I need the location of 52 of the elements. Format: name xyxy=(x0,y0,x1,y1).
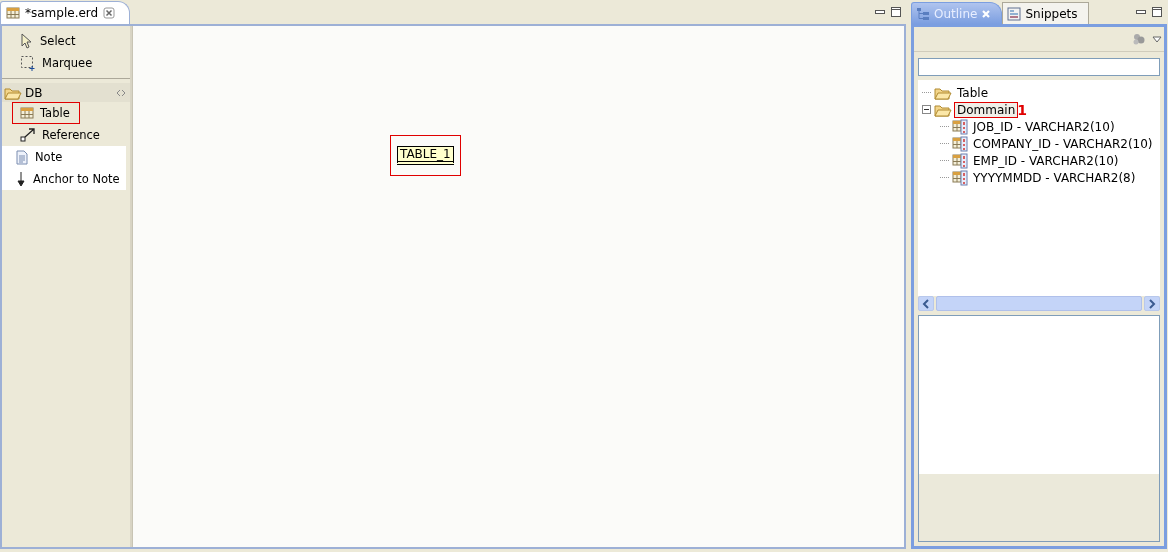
view-tab[interactable]: Snippets xyxy=(1002,2,1089,24)
palette-tool[interactable]: Marquee xyxy=(2,52,126,74)
minus-icon xyxy=(922,105,931,114)
scroll-left-button[interactable] xyxy=(918,296,934,311)
marquee-icon xyxy=(20,55,36,71)
palette-tool[interactable]: Select xyxy=(2,30,126,52)
note-icon xyxy=(16,149,28,165)
folder-icon xyxy=(934,85,952,100)
filter-field[interactable] xyxy=(918,58,1160,76)
collapse-toggle[interactable] xyxy=(922,105,931,114)
column-icon xyxy=(952,135,968,152)
arrow-pointer-icon xyxy=(20,33,34,49)
tree-item[interactable]: Table xyxy=(955,85,991,100)
table-node[interactable]: TABLE_1 xyxy=(397,146,454,165)
annotation-number: 1 xyxy=(1017,101,1027,118)
palette-item[interactable]: Anchor to Note xyxy=(2,168,126,190)
column-icon xyxy=(952,118,968,135)
tree-item[interactable]: COMPANY_ID - VARCHAR2(10) xyxy=(971,136,1155,151)
close-icon xyxy=(103,7,116,19)
editor-tab[interactable]: *sample.erd xyxy=(0,1,131,24)
left-chevron-icon xyxy=(922,298,930,309)
maximize-button[interactable] xyxy=(1151,6,1163,18)
view-menu-button[interactable] xyxy=(1152,35,1162,43)
table-icon xyxy=(6,6,20,20)
palette-item[interactable]: Reference xyxy=(2,124,126,146)
close-icon xyxy=(981,8,992,19)
tree-item[interactable]: EMP_ID - VARCHAR2(10) xyxy=(971,153,1121,168)
dropdown-icon xyxy=(1152,35,1162,43)
maximize-icon xyxy=(1152,7,1162,17)
scroll-right-button[interactable] xyxy=(1144,296,1160,311)
folder-icon xyxy=(4,85,22,100)
down-arrow-icon xyxy=(16,171,26,187)
palette-item[interactable]: Table xyxy=(12,102,80,124)
collapse-icon xyxy=(116,88,126,97)
palette-drawer[interactable]: DB xyxy=(2,83,130,102)
snippets-icon xyxy=(1007,6,1022,21)
tree-item[interactable]: YYYYMMDD - VARCHAR2(8) xyxy=(971,170,1138,185)
tree-item[interactable]: Dommain xyxy=(955,102,1018,117)
folder-icon xyxy=(934,102,952,117)
table-icon xyxy=(20,106,34,120)
diagram-canvas[interactable]: TABLE_1 xyxy=(132,26,904,547)
outline-tree[interactable]: Table Dommain 1 JOB_ID - VARCHAR2(10) COMPANY_ID - VARCHAR2(10) EMP_ID - VARCHAR2(10) YYYYMMDD - VARCHAR2(8) xyxy=(918,80,1160,296)
maximize-icon xyxy=(891,7,901,17)
column-icon xyxy=(952,169,968,186)
scroll-thumb[interactable] xyxy=(936,296,1142,311)
connection-arrow-icon xyxy=(20,128,36,142)
palette-item[interactable]: Note xyxy=(2,146,126,168)
tree-item[interactable]: JOB_ID - VARCHAR2(10) xyxy=(971,119,1117,134)
right-chevron-icon xyxy=(1148,298,1156,309)
maximize-button[interactable] xyxy=(890,6,902,18)
column-icon xyxy=(952,152,968,169)
outline-icon xyxy=(916,6,930,21)
